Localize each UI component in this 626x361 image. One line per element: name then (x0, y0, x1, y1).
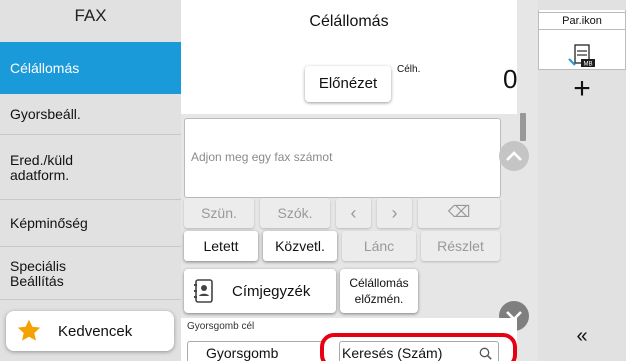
scroll-bar[interactable] (520, 113, 526, 141)
sidebar-item-advanced-setup[interactable]: Speciális Beállítás (0, 248, 181, 300)
destination-header: Előnézet Célh. 0 (181, 46, 517, 114)
quick-dial-button[interactable]: Gyorsgomb (187, 341, 323, 361)
space-key[interactable]: Szók. (260, 198, 330, 228)
sidebar-item-quick-setup[interactable]: Gyorsbeáll. (0, 95, 181, 135)
preview-button[interactable]: Előnézet (305, 66, 391, 102)
sidebar-title: FAX (74, 6, 107, 25)
sidebar-item-original-format[interactable]: Ered./küld adatform. (0, 136, 181, 200)
sidebar-item-label: Speciális (10, 257, 67, 274)
scroll-up-button[interactable] (499, 141, 529, 171)
fax-sidebar: FAX Célállomás Gyorsbeáll. Ered./küld ad… (0, 0, 181, 361)
sidebar-item-label: Gyorsbeáll. (10, 106, 81, 122)
favorites-button[interactable]: Kedvencek (6, 311, 174, 351)
address-book-icon (194, 279, 213, 303)
destination-count: 0 (503, 64, 518, 94)
sidebar-item-destination[interactable]: Célállomás (0, 42, 181, 94)
sidebar-item-image-quality[interactable]: Képminőség (0, 201, 181, 247)
quick-dial-label: Gyorsgomb cél (187, 321, 255, 332)
direct-key[interactable]: Közvetl. (263, 231, 337, 261)
destination-history-button[interactable]: Célállomás előzmén. (340, 269, 418, 313)
page-title: Célállomás (181, 0, 517, 46)
sidebar-item-label: Képminőség (10, 215, 88, 231)
fax-document-icon: MB (568, 44, 595, 68)
cursor-right-key[interactable]: › (377, 198, 412, 228)
destination-count-label: Célh. (397, 64, 421, 75)
star-icon (17, 319, 41, 341)
highlight-ring (320, 333, 517, 361)
backspace-key[interactable]: ⌫ (418, 198, 500, 228)
sidebar-item-label: Ered./küld (10, 151, 74, 168)
fax-number-placeholder: Adjon meg egy fax számot (191, 150, 333, 164)
detail-key[interactable]: Részlet (421, 231, 500, 261)
fax-number-input[interactable]: Adjon meg egy fax számot (184, 118, 501, 198)
address-book-button[interactable]: Címjegyzék (184, 269, 336, 313)
address-book-label: Címjegyzék (232, 282, 311, 300)
sidebar-item-label-line2: adatform. (10, 166, 70, 183)
param-icon-label: Par.ikon (538, 12, 626, 30)
favorites-label: Kedvencek (58, 322, 133, 340)
collapse-panel-button[interactable]: « (538, 325, 626, 348)
destination-history-label-line2: előzmén. (354, 292, 404, 306)
sidebar-item-label-line2: Beállítás (10, 272, 64, 289)
chain-key[interactable]: Lánc (342, 231, 416, 261)
svg-text:MB: MB (584, 62, 593, 68)
pause-key[interactable]: Szün. (184, 198, 254, 228)
shortcut-panel: MB Par.ikon + « (538, 0, 626, 361)
sidebar-item-label: Célállomás (10, 59, 80, 76)
destination-history-label: Célállomás (349, 276, 409, 290)
on-hook-key[interactable]: Letett (184, 231, 258, 261)
add-shortcut-button[interactable]: + (538, 72, 626, 106)
cursor-left-key[interactable]: ‹ (336, 198, 371, 228)
destination-panel: Célállomás Előnézet Célh. 0 Adjon meg eg… (181, 0, 538, 361)
chevron-up-icon (506, 151, 522, 161)
